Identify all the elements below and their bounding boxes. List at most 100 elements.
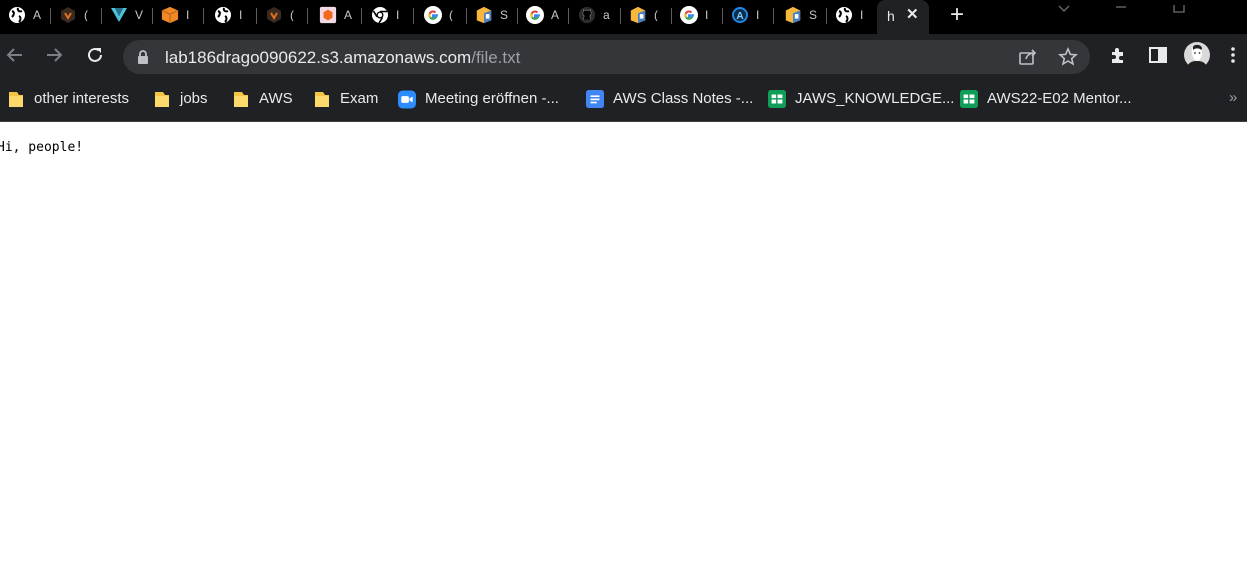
lock-icon[interactable] [137, 50, 149, 70]
tab-5[interactable]: I [206, 0, 257, 30]
tab-9[interactable]: ( [416, 0, 467, 30]
tab-12[interactable]: a [570, 0, 621, 30]
tab-title: S [500, 9, 509, 21]
zoom-icon [398, 90, 416, 108]
tab-title: I [756, 9, 760, 21]
tab-separator [568, 8, 569, 24]
tab-strip: A ( V I I (A I (S A a (I A I S I h ✕ … [0, 0, 1247, 34]
a-badge-icon: A [731, 6, 749, 24]
google-icon [424, 6, 442, 24]
url-path: /file.txt [471, 48, 521, 67]
orange-cube-icon [161, 6, 179, 24]
bookmark-jobs[interactable]: jobs [153, 89, 208, 109]
tab-separator [413, 8, 414, 24]
side-panel-icon[interactable] [1145, 42, 1171, 68]
hex-dark-icon [59, 6, 77, 24]
bookmark-other-interests[interactable]: other interests [7, 89, 129, 109]
tab-15[interactable]: A I [723, 0, 774, 30]
google-icon [526, 6, 544, 24]
tab-title: A [344, 9, 353, 21]
tab-4[interactable]: I [153, 0, 204, 30]
globe-icon [214, 6, 232, 24]
tab-title: I [396, 9, 400, 21]
bookmark-label: AWS Class Notes -... [613, 90, 754, 107]
tab-16[interactable]: S [776, 0, 827, 30]
share-icon[interactable] [1018, 47, 1038, 67]
close-tab-icon[interactable]: ✕ [906, 7, 919, 23]
arrow-left-icon [6, 48, 22, 62]
tab-14[interactable]: I [672, 0, 723, 30]
maximize-icon[interactable] [1173, 0, 1185, 13]
tab-title: S [809, 9, 818, 21]
chevron-down-icon[interactable] [1058, 0, 1070, 12]
tab-active[interactable]: h ✕ [877, 0, 929, 34]
tab-13[interactable]: ( [621, 0, 672, 30]
folder-icon [232, 90, 250, 108]
bookmark-meeting[interactable]: Meeting eröffnen -... [398, 89, 559, 109]
star-icon[interactable] [1058, 47, 1078, 67]
globe-icon [8, 6, 26, 24]
tab-7[interactable]: A [311, 0, 362, 30]
bookmark-jaws-knowledge[interactable]: JAWS_KNOWLEDGE... [768, 89, 954, 109]
folder-icon [313, 90, 331, 108]
bookmark-aws-class-notes[interactable]: AWS Class Notes -... [586, 89, 753, 109]
svg-text:A: A [736, 11, 743, 22]
bookmark-label: JAWS_KNOWLEDGE... [795, 90, 955, 107]
tab-6[interactable]: ( [257, 0, 308, 30]
hex-dark-icon [265, 6, 283, 24]
reload-icon [88, 47, 102, 62]
v-logo-icon [110, 6, 128, 24]
tab-title: ( [290, 9, 294, 21]
orange-hex-icon [319, 6, 337, 24]
tab-title: I [860, 9, 864, 21]
bookmark-aws22-mentor[interactable]: AWS22-E02 Mentor... [960, 89, 1132, 109]
url-text[interactable]: lab186drago090622.s3.amazonaws.com/file.… [165, 48, 520, 67]
address-bar[interactable]: lab186drago090622.s3.amazonaws.com/file.… [123, 40, 1090, 74]
google-icon [680, 6, 698, 24]
globe-icon [835, 6, 853, 24]
tab-title: ( [449, 9, 453, 21]
bookmark-label: AWS22-E02 Mentor... [987, 90, 1132, 107]
minimize-icon[interactable] [1115, 0, 1127, 8]
bookmark-label: jobs [180, 90, 208, 107]
tab-17[interactable]: I [827, 0, 878, 30]
bookmarks-bar: other interests jobs AWS Exam Meeting er… [0, 76, 1247, 122]
tab-separator [203, 8, 204, 24]
new-tab-button[interactable]: + [946, 3, 968, 27]
aws-box-icon [475, 6, 493, 24]
tab-1[interactable]: A [0, 0, 51, 30]
tab-title: ( [84, 9, 88, 21]
bookmark-aws[interactable]: AWS [232, 89, 293, 109]
avatar[interactable] [1184, 42, 1210, 68]
tab-10[interactable]: S [467, 0, 518, 30]
browser-toolbar: lab186drago090622.s3.amazonaws.com/file.… [0, 34, 1247, 76]
tab-separator [307, 8, 308, 24]
tab-2[interactable]: ( [51, 0, 102, 30]
tab-11[interactable]: A [518, 0, 569, 30]
tab-separator [361, 8, 362, 24]
reload-button[interactable] [82, 42, 108, 68]
arrow-right-icon [47, 48, 63, 62]
bookmark-label: other interests [34, 90, 130, 107]
tab-title: A [33, 9, 42, 21]
forward-button[interactable] [41, 42, 67, 68]
tab-3[interactable]: V [102, 0, 153, 30]
more-menu-icon[interactable] [1220, 42, 1246, 68]
bookmark-exam[interactable]: Exam [313, 89, 378, 109]
folder-icon [7, 90, 25, 108]
tab-title: A [551, 9, 560, 21]
sheets-icon [768, 90, 786, 108]
back-button[interactable] [2, 42, 28, 68]
docs-icon [586, 90, 604, 108]
extensions-icon[interactable] [1105, 42, 1131, 68]
folder-icon [153, 90, 171, 108]
bookmark-label: Exam [340, 90, 379, 107]
tab-title: ( [654, 9, 658, 21]
github-icon [578, 6, 596, 24]
url-host: lab186drago090622.s3.amazonaws.com [165, 48, 472, 67]
aws-box-icon [784, 6, 802, 24]
aws-box-icon [629, 6, 647, 24]
bookmarks-overflow-button[interactable]: » [1229, 89, 1237, 106]
tab-8[interactable]: I [363, 0, 414, 30]
bookmark-label: AWS [259, 90, 293, 107]
